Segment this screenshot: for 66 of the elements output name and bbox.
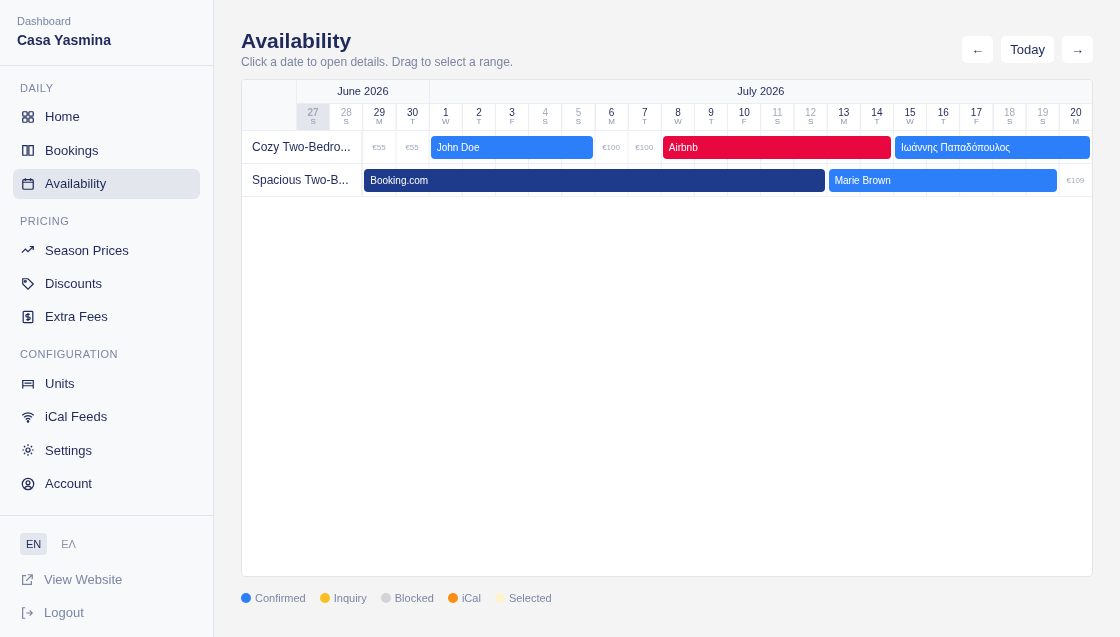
sidebar-item[interactable]: Availability <box>13 168 200 199</box>
day-header[interactable]: 8 W <box>660 104 694 132</box>
language-button[interactable]: EN <box>20 532 48 555</box>
sidebar-item[interactable]: Discounts <box>13 268 200 299</box>
calendar-icon <box>21 176 35 191</box>
sidebar-item[interactable]: Season Prices <box>13 235 200 266</box>
sidebar-caption: Dashboard <box>17 14 72 29</box>
day-header[interactable]: 3 F <box>495 104 529 132</box>
booking-bar[interactable]: Ιωάννης Παπαδόπουλος <box>895 136 1090 160</box>
external-link-icon <box>20 572 34 587</box>
price-text: €109 <box>1065 174 1086 187</box>
month-header: June 2026 <box>296 80 429 105</box>
legend-label: iCal <box>461 591 481 607</box>
price-text: €55 <box>404 141 420 154</box>
settings-icon <box>21 443 35 458</box>
month-header: July 2026 <box>428 80 1092 105</box>
page-subtitle: Click a date to open details. Drag to select a range. <box>241 54 514 72</box>
sidebar-item[interactable]: Account <box>13 468 200 499</box>
day-header[interactable]: 2 T <box>461 104 495 132</box>
section-label: DAILY <box>19 80 55 96</box>
property-name: Casa Yasmina <box>17 30 112 50</box>
legend-label: Inquiry <box>333 591 367 607</box>
logout-icon <box>20 605 34 620</box>
day-header[interactable]: 30 T <box>395 104 429 132</box>
sidebar-item[interactable]: Extra Fees <box>13 302 200 333</box>
day-header[interactable]: 14 T <box>859 104 893 132</box>
day-header[interactable]: 15 W <box>893 104 927 132</box>
sidebar-link[interactable]: Logout <box>20 596 193 629</box>
booking-bar[interactable]: John Doe <box>430 136 593 160</box>
sidebar-item[interactable]: Settings <box>13 435 200 466</box>
today-button[interactable]: Today <box>1001 36 1054 63</box>
day-header[interactable]: 1 W <box>428 104 462 132</box>
grid-icon <box>21 110 35 124</box>
price-text: €100 <box>601 141 621 154</box>
sidebar-item[interactable]: Home <box>13 102 200 132</box>
booking-bar[interactable]: Booking.com <box>364 169 825 193</box>
booking-bar[interactable]: Marie Brown <box>828 169 1057 193</box>
day-header[interactable]: 17 F <box>959 104 993 132</box>
wifi-icon <box>21 409 35 424</box>
day-header[interactable]: 6 M <box>594 104 628 132</box>
day-header[interactable]: 9 T <box>694 104 728 132</box>
legend-label: Confirmed <box>255 591 306 607</box>
price-text: €55 <box>371 141 387 154</box>
sidebar-item[interactable]: Bookings <box>13 135 200 166</box>
section-label: CONFIGURATION <box>19 347 119 363</box>
sidebar-item[interactable]: iCal Feeds <box>13 401 200 432</box>
book-icon <box>21 143 35 158</box>
day-header[interactable]: 7 T <box>627 104 661 132</box>
user-icon <box>21 476 35 491</box>
day-header[interactable]: 16 T <box>926 104 960 132</box>
legend-label: Blocked <box>394 591 434 607</box>
day-header[interactable]: 29 M <box>362 104 396 132</box>
sidebar-item[interactable]: Units <box>13 368 200 399</box>
section-label: PRICING <box>19 213 71 229</box>
page-title: Availability <box>241 28 353 54</box>
price-text: €100 <box>634 141 655 154</box>
booking-bar[interactable]: Airbnb <box>662 136 891 160</box>
next-button[interactable]: → <box>1062 36 1093 63</box>
legend-label: Selected <box>508 591 552 607</box>
day-header[interactable]: 10 F <box>727 104 761 132</box>
day-header[interactable]: 20 M <box>1058 104 1092 132</box>
previous-button[interactable]: ← <box>962 36 994 63</box>
dollar-icon <box>21 310 35 325</box>
sidebar-link[interactable]: View Website <box>20 563 193 596</box>
tag-icon <box>21 276 35 291</box>
day-header[interactable]: 13 M <box>826 104 860 132</box>
